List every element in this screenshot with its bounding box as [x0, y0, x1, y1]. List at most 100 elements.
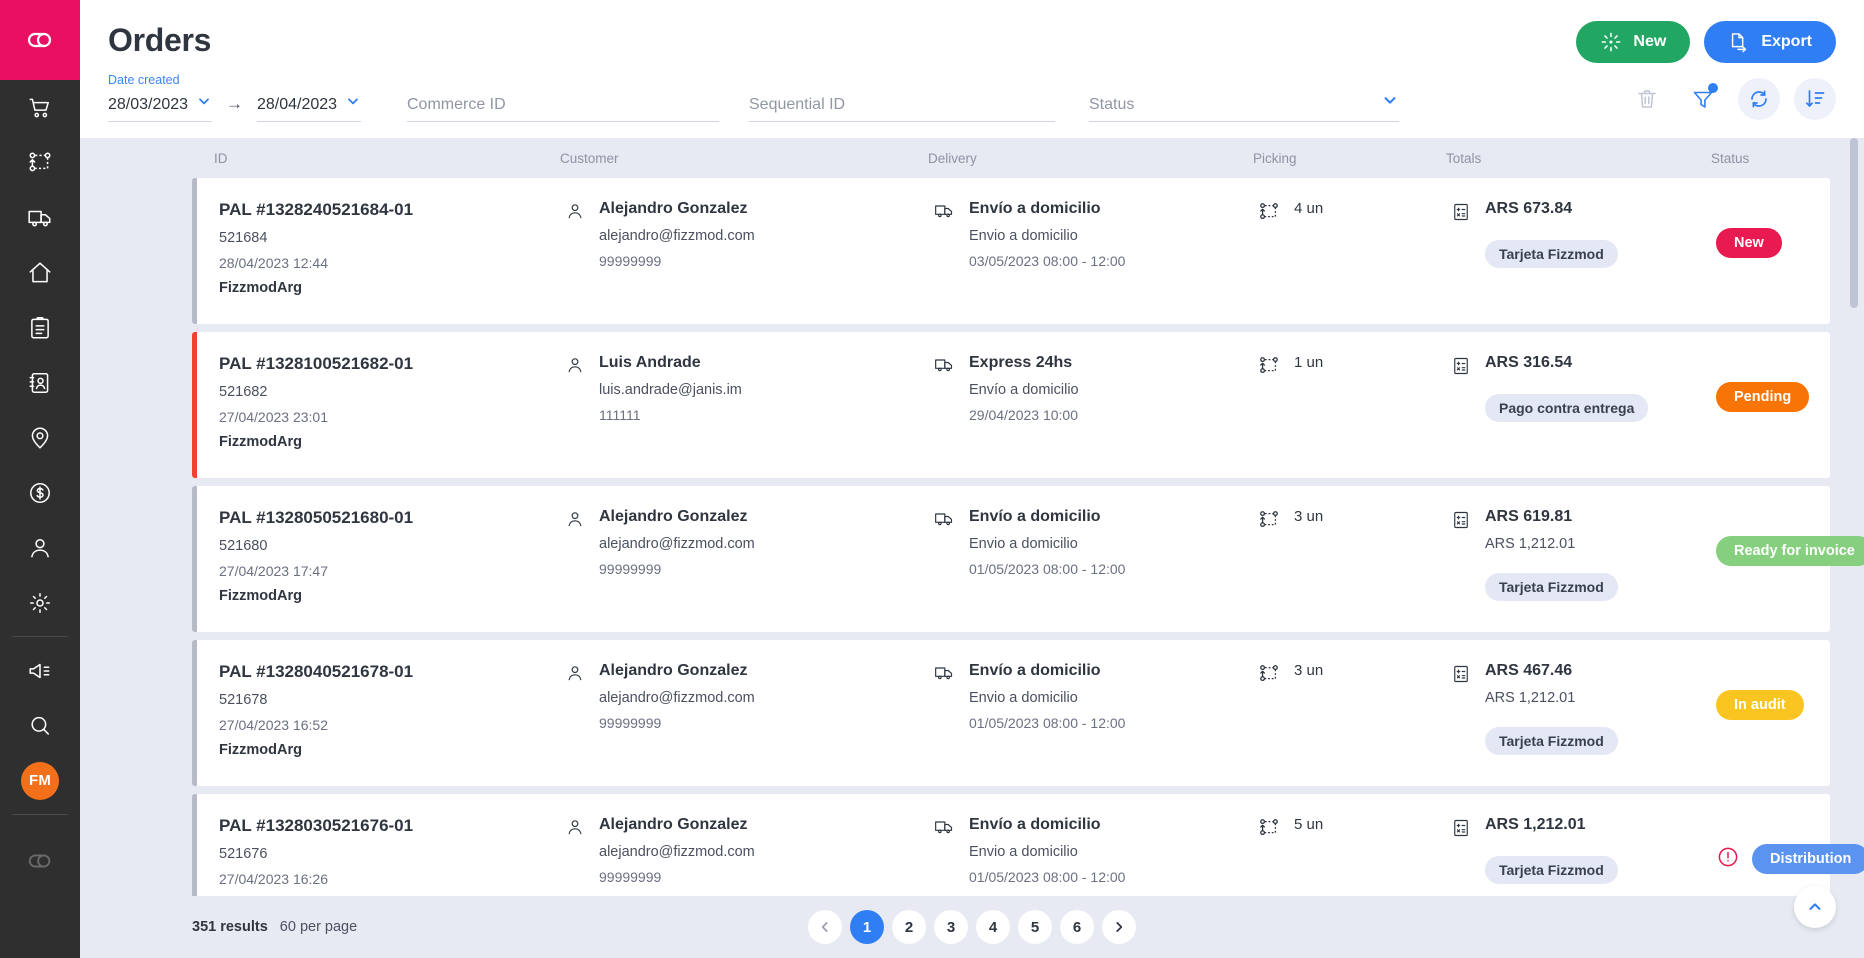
truck-icon-wrap [933, 663, 955, 688]
table-row[interactable]: PAL #1328050521680-01 521680 27/04/2023 … [192, 486, 1864, 632]
sidebar-item-settings[interactable] [0, 575, 80, 630]
pagination-page[interactable]: 1 [850, 910, 884, 944]
sparkle-icon [1602, 32, 1621, 52]
sort-button[interactable] [1794, 78, 1836, 120]
status-select[interactable]: Status [1089, 91, 1399, 122]
row-total-amount: ARS 619.81 [1485, 508, 1573, 525]
row-total-amount: ARS 467.46 [1485, 662, 1573, 679]
home-icon [29, 261, 51, 282]
user-icon [568, 512, 582, 527]
sidebar-item-search[interactable] [0, 698, 80, 753]
table-row[interactable]: PAL #1328100521682-01 521682 27/04/2023 … [192, 332, 1830, 478]
row-customer-name: Alejandro Gonzalez [599, 816, 748, 833]
page-title: Orders [108, 22, 212, 58]
row-picking-units: 1 un [1294, 354, 1324, 371]
pagination-next[interactable] [1102, 910, 1136, 944]
sidebar-item-users[interactable] [0, 520, 80, 575]
status-select-placeholder: Status [1089, 96, 1135, 113]
row-sequential: 521678 [219, 692, 268, 708]
calculator-icon-wrap [1451, 355, 1471, 382]
commerce-id-input[interactable] [407, 96, 719, 122]
pagination-page[interactable]: 5 [1018, 910, 1052, 944]
sequential-id-input[interactable] [749, 96, 1055, 122]
row-payment-chip: Tarjeta Fizzmod [1485, 573, 1618, 601]
sidebar-item-locations[interactable] [0, 410, 80, 465]
status-badge[interactable]: Pending [1716, 382, 1810, 412]
row-customer-doc: 99999999 [599, 561, 662, 577]
sidebar-item-announcements[interactable] [0, 643, 80, 698]
row-total-secondary: ARS 1,212.01 [1485, 690, 1576, 706]
truck-icon [935, 821, 953, 834]
scroll-to-top-button[interactable] [1794, 886, 1836, 928]
row-customer-doc: 99999999 [599, 253, 662, 269]
sidebar-footer-logo [0, 821, 80, 901]
results-count: 351 results [192, 919, 268, 935]
filter-button[interactable] [1682, 78, 1724, 120]
row-delivery-cell: Express 24hs Envío a domicilio 29/04/202… [933, 350, 1258, 423]
row-alert-icon[interactable] [1716, 845, 1740, 874]
sidebar-item-picking[interactable] [0, 135, 80, 190]
row-sequential: 521682 [219, 384, 268, 400]
row-delivery-sub: Envio a domicilio [969, 844, 1078, 860]
row-totals-cell: ARS 673.84 Tarjeta Fizzmod [1451, 196, 1716, 268]
sidebar-item-shipping[interactable] [0, 190, 80, 245]
user-icon [568, 358, 582, 373]
pagination-page[interactable]: 2 [892, 910, 926, 944]
column-header-id: ID [214, 150, 228, 166]
pagination-page[interactable]: 3 [934, 910, 968, 944]
truck-icon-wrap [933, 355, 955, 380]
row-order-id: PAL #1328030521676-01 [219, 816, 414, 835]
status-badge[interactable]: Ready for invoice [1716, 536, 1864, 566]
new-button[interactable]: New [1576, 21, 1691, 63]
avatar-initials: FM [21, 761, 59, 800]
row-picking-cell: 1 un [1258, 350, 1451, 382]
sidebar-item-billing[interactable] [0, 465, 80, 520]
table-row[interactable]: PAL #1328030521676-01 521676 27/04/2023 … [192, 794, 1864, 896]
truck-icon-wrap [933, 817, 955, 842]
row-status-cell: New [1716, 196, 1830, 258]
sidebar-divider-top [12, 636, 68, 637]
sidebar-item-tasks[interactable] [0, 300, 80, 355]
vertical-scrollbar-thumb[interactable] [1850, 138, 1858, 308]
row-status-cell: Distribution [1716, 812, 1864, 874]
sidebar-item-contacts[interactable] [0, 355, 80, 410]
date-to-value: 28/04/2023 [257, 96, 338, 113]
row-delivery-window: 01/05/2023 08:00 - 12:00 [969, 561, 1126, 577]
toolbar-icons [1626, 78, 1836, 122]
row-delivery-cell: Envío a domicilio Envio a domicilio 01/0… [933, 658, 1258, 731]
row-customer-doc: 99999999 [599, 869, 662, 885]
delete-button[interactable] [1626, 78, 1668, 120]
table-row[interactable]: PAL #1328240521684-01 521684 28/04/2023 … [192, 178, 1830, 324]
brand-logo[interactable] [0, 0, 80, 80]
pagination-page[interactable]: 6 [1060, 910, 1094, 944]
pagination-page[interactable]: 4 [976, 910, 1010, 944]
truck-icon [28, 210, 51, 226]
export-button[interactable]: Export [1704, 21, 1836, 63]
status-badge[interactable]: In audit [1716, 690, 1804, 720]
truck-icon [935, 667, 953, 680]
row-delivery-sub: Envío a domicilio [969, 382, 1079, 398]
pagination-prev[interactable] [808, 910, 842, 944]
row-delivery-window: 01/05/2023 08:00 - 12:00 [969, 715, 1126, 731]
date-from-field[interactable]: Date created 28/03/2023 [108, 73, 212, 122]
row-customer-cell: Alejandro Gonzalez alejandro@fizzmod.com… [565, 812, 933, 885]
per-page-label[interactable]: 60 per page [280, 919, 357, 935]
sidebar-avatar[interactable]: FM [0, 753, 80, 808]
table-row[interactable]: PAL #1328040521678-01 521678 27/04/2023 … [192, 640, 1830, 786]
status-badge[interactable]: New [1716, 228, 1782, 258]
row-picking-units: 3 un [1294, 662, 1324, 679]
refresh-button[interactable] [1738, 78, 1780, 120]
sidebar-item-orders[interactable] [0, 80, 80, 135]
date-to-field[interactable]: 28/04/2023 [257, 93, 361, 122]
calculator-icon [1454, 357, 1468, 375]
row-payment-chip: Pago contra entrega [1485, 394, 1649, 422]
row-customer-cell: Alejandro Gonzalez alejandro@fizzmod.com… [565, 196, 933, 269]
user-icon-wrap [565, 817, 585, 842]
calculator-icon-wrap [1451, 201, 1471, 228]
status-badge[interactable]: Distribution [1752, 844, 1864, 874]
route-icon-wrap [1258, 817, 1280, 844]
row-customer-name: Luis Andrade [599, 354, 701, 371]
topbar-actions: New Export [1576, 0, 1836, 63]
row-delivery-window: 29/04/2023 10:00 [969, 407, 1078, 423]
sidebar-item-home[interactable] [0, 245, 80, 300]
